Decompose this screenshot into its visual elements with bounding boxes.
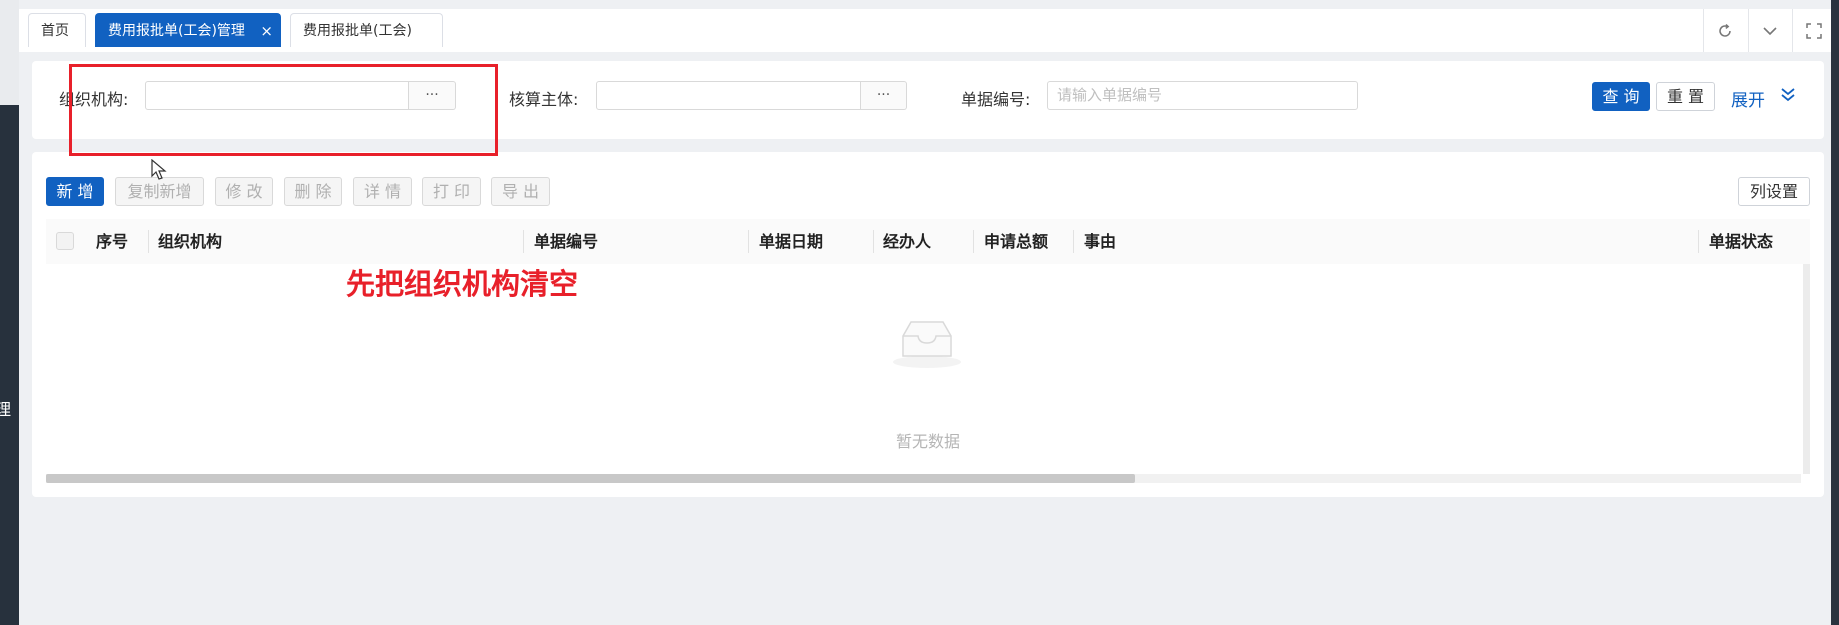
tab-expense-approval-manage[interactable]: 费用报批单(工会)管理 × (95, 13, 281, 47)
expand-link[interactable]: 展开 (1731, 86, 1765, 111)
table-header: 序号 组织机构 单据编号 单据日期 经办人 申请总额 事由 单据状态 (46, 219, 1810, 265)
tab-home[interactable]: 首页 (28, 13, 86, 47)
column-header-doc-no[interactable]: 单据编号 (534, 219, 598, 264)
column-header-total-amount[interactable]: 申请总额 (984, 219, 1048, 264)
empty-state-text: 暂无数据 (895, 432, 960, 451)
column-divider[interactable] (1073, 230, 1074, 253)
detail-button[interactable]: 详 情 (353, 177, 412, 206)
app-window: 理 首页 费用报批单(工会)管理 × 费用报批单(工会) 组织机构: ··· 核… (0, 0, 1839, 625)
column-header-index[interactable]: 序号 (96, 219, 128, 264)
doc-no-input[interactable]: 请输入单据编号 (1047, 81, 1358, 110)
column-header-handler[interactable]: 经办人 (883, 219, 931, 264)
print-button[interactable]: 打 印 (422, 177, 481, 206)
tab-bar: 首页 费用报批单(工会)管理 × 费用报批单(工会) (19, 9, 1831, 52)
sidebar-text-fragment[interactable]: 理 (0, 396, 11, 420)
column-header-status[interactable]: 单据状态 (1709, 219, 1773, 264)
query-button[interactable]: 查 询 (1592, 82, 1650, 111)
accounting-entity-input[interactable] (596, 81, 861, 110)
column-divider[interactable] (1698, 230, 1699, 253)
column-divider[interactable] (148, 230, 149, 253)
right-window-edge (1831, 0, 1839, 625)
annotation-highlight-box (69, 64, 498, 156)
table-body: 暂无数据 (46, 264, 1810, 474)
toolbar-divider (1748, 9, 1749, 52)
column-header-doc-date[interactable]: 单据日期 (759, 219, 823, 264)
column-settings-button[interactable]: 列设置 (1738, 177, 1810, 206)
tab-expense-approval[interactable]: 费用报批单(工会) (290, 13, 443, 47)
accounting-entity-label: 核算主体: (509, 90, 579, 109)
left-sidebar-dark (0, 105, 19, 625)
vertical-scrollbar[interactable] (1803, 264, 1810, 474)
horizontal-scrollbar-thumb[interactable] (46, 474, 1135, 483)
annotation-text: 先把组织机构清空 (346, 267, 579, 301)
table-panel: 新 增 复制新增 修 改 删 除 详 情 打 印 导 出 列设置 序号 组织机构… (32, 152, 1824, 497)
tab-close-icon[interactable]: × (260, 14, 273, 48)
column-header-reason[interactable]: 事由 (1084, 219, 1116, 264)
column-divider[interactable] (748, 230, 749, 253)
column-divider[interactable] (873, 230, 874, 253)
doc-no-label: 单据编号: (961, 90, 1031, 109)
fullscreen-icon[interactable] (1805, 22, 1823, 40)
tab-label: 费用报批单(工会)管理 (108, 23, 245, 39)
tab-label: 首页 (41, 23, 69, 39)
column-divider[interactable] (523, 230, 524, 253)
copy-add-button[interactable]: 复制新增 (115, 177, 204, 206)
reset-button[interactable]: 重 置 (1656, 82, 1715, 111)
double-chevron-down-icon[interactable] (1780, 86, 1796, 104)
toolbar-divider (1703, 9, 1704, 52)
chevron-down-icon[interactable] (1761, 22, 1779, 40)
add-button[interactable]: 新 增 (46, 177, 104, 206)
column-divider[interactable] (973, 230, 974, 253)
accounting-entity-picker-button[interactable]: ··· (861, 81, 907, 110)
select-all-checkbox[interactable] (56, 232, 74, 250)
mouse-cursor-icon (151, 159, 167, 180)
edit-button[interactable]: 修 改 (215, 177, 273, 206)
tab-label: 费用报批单(工会) (303, 23, 412, 39)
refresh-icon[interactable] (1716, 22, 1734, 40)
column-header-org[interactable]: 组织机构 (158, 219, 222, 264)
export-button[interactable]: 导 出 (491, 177, 550, 206)
delete-button[interactable]: 删 除 (284, 177, 342, 206)
empty-inbox-icon (893, 321, 961, 368)
toolbar-divider (1792, 9, 1793, 52)
